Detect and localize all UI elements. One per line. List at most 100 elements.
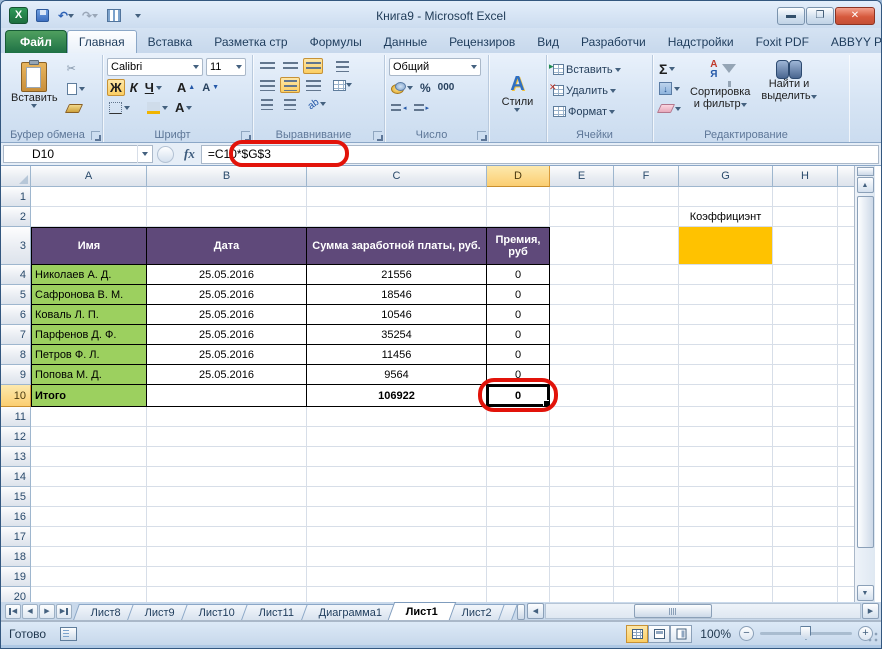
column-header-C[interactable]: C [307, 166, 487, 187]
cell-F14[interactable] [614, 467, 679, 487]
cell-F18[interactable] [614, 547, 679, 567]
close-button[interactable]: ✕ [835, 7, 875, 25]
cell-F17[interactable] [614, 527, 679, 547]
cell-H12[interactable] [773, 427, 838, 447]
align-top-button[interactable] [257, 58, 277, 74]
cell-E7[interactable] [550, 325, 614, 345]
cell-E12[interactable] [550, 427, 614, 447]
sheet-tab-diagramma1[interactable]: Диаграмма1 [301, 604, 400, 620]
zoom-out-button[interactable]: − [739, 626, 754, 641]
cell-F13[interactable] [614, 447, 679, 467]
cell-B1[interactable] [147, 187, 307, 207]
cell-E2[interactable] [550, 207, 614, 227]
cell-F8[interactable] [614, 345, 679, 365]
cell-filler-12[interactable] [838, 427, 854, 447]
comma-style-button[interactable]: 000 [436, 79, 457, 96]
cell-G11[interactable] [679, 407, 773, 427]
cell-H20[interactable] [773, 587, 838, 602]
prev-sheet-button[interactable]: ◀ [22, 604, 38, 619]
tab-file[interactable]: Файл [5, 30, 67, 53]
cell-G7[interactable] [679, 325, 773, 345]
cell-H8[interactable] [773, 345, 838, 365]
cell-C9[interactable]: 9564 [307, 365, 487, 385]
cell-D8[interactable]: 0 [487, 345, 550, 365]
cell-B11[interactable] [147, 407, 307, 427]
clipboard-dialog-launcher[interactable] [91, 131, 100, 140]
vertical-scroll-thumb[interactable] [857, 196, 874, 548]
grow-font-button[interactable]: А▲ [175, 79, 197, 96]
find-select-button[interactable]: Найти ивыделить [757, 58, 820, 126]
cell-A17[interactable] [31, 527, 147, 547]
align-right-button[interactable] [303, 77, 323, 93]
alignment-dialog-launcher[interactable] [373, 131, 382, 140]
cell-H15[interactable] [773, 487, 838, 507]
cell-E9[interactable] [550, 365, 614, 385]
name-box[interactable]: D10 [3, 145, 153, 163]
cell-A12[interactable] [31, 427, 147, 447]
cell-C14[interactable] [307, 467, 487, 487]
cell-A13[interactable] [31, 447, 147, 467]
cell-H9[interactable] [773, 365, 838, 385]
cell-C15[interactable] [307, 487, 487, 507]
shrink-font-button[interactable]: А▼ [200, 79, 221, 96]
cell-D9[interactable]: 0 [487, 365, 550, 385]
cell-E8[interactable] [550, 345, 614, 365]
styles-button[interactable]: A Стили [498, 71, 538, 114]
tab-home[interactable]: Главная [67, 30, 137, 53]
cell-D15[interactable] [487, 487, 550, 507]
cell-D11[interactable] [487, 407, 550, 427]
column-header-E[interactable]: E [550, 166, 614, 187]
cell-D1[interactable] [487, 187, 550, 207]
cell-H3[interactable] [773, 227, 838, 265]
align-middle-button[interactable] [280, 58, 300, 74]
cell-E5[interactable] [550, 285, 614, 305]
cell-B8[interactable]: 25.05.2016 [147, 345, 307, 365]
cell-filler-4[interactable] [838, 265, 854, 285]
cell-A14[interactable] [31, 467, 147, 487]
cell-filler-19[interactable] [838, 567, 854, 587]
cell-B3[interactable]: Дата [147, 227, 307, 265]
borders-button[interactable] [107, 99, 132, 116]
customize-qat-button[interactable] [128, 7, 148, 25]
cell-C6[interactable]: 10546 [307, 305, 487, 325]
column-header-F[interactable]: F [614, 166, 679, 187]
cell-E18[interactable] [550, 547, 614, 567]
vertical-scrollbar[interactable]: ▲ ▼ [854, 166, 875, 602]
horizontal-scrollbar[interactable]: ◀ ▶ [527, 603, 879, 619]
cell-filler-18[interactable] [838, 547, 854, 567]
cell-C16[interactable] [307, 507, 487, 527]
cell-C19[interactable] [307, 567, 487, 587]
cell-filler-17[interactable] [838, 527, 854, 547]
cell-A18[interactable] [31, 547, 147, 567]
cell-D4[interactable]: 0 [487, 265, 550, 285]
excel-logo-icon[interactable]: X [9, 7, 28, 24]
undo-button[interactable]: ↶ [56, 7, 76, 25]
copy-button[interactable] [65, 80, 87, 97]
tab-foxit-pdf[interactable]: Foxit PDF [745, 31, 820, 53]
row-header-4[interactable]: 4 [1, 265, 31, 285]
cell-B10[interactable] [147, 385, 307, 407]
cell-G19[interactable] [679, 567, 773, 587]
last-sheet-button[interactable]: ▶ [56, 604, 72, 619]
number-format-combo[interactable]: Общий [389, 58, 481, 76]
cell-D3[interactable]: Премия, руб [487, 227, 550, 265]
cell-F5[interactable] [614, 285, 679, 305]
first-sheet-button[interactable]: ◀ [5, 604, 21, 619]
align-bottom-button[interactable] [303, 58, 323, 74]
accounting-format-button[interactable] [389, 79, 415, 96]
tab-abbyy-pdf[interactable]: ABBYY PDF Tr [820, 31, 882, 53]
cell-A19[interactable] [31, 567, 147, 587]
cell-D7[interactable]: 0 [487, 325, 550, 345]
cell-A20[interactable] [31, 587, 147, 602]
align-center-button[interactable] [280, 77, 300, 93]
cell-A16[interactable] [31, 507, 147, 527]
cell-filler-10[interactable] [838, 385, 854, 407]
cell-D6[interactable]: 0 [487, 305, 550, 325]
cell-G13[interactable] [679, 447, 773, 467]
column-header-B[interactable]: B [147, 166, 307, 187]
cell-filler-15[interactable] [838, 487, 854, 507]
cell-E3[interactable] [550, 227, 614, 265]
tab-developer[interactable]: Разработчи [570, 31, 657, 53]
cell-H5[interactable] [773, 285, 838, 305]
name-box-dropdown[interactable] [137, 145, 152, 163]
